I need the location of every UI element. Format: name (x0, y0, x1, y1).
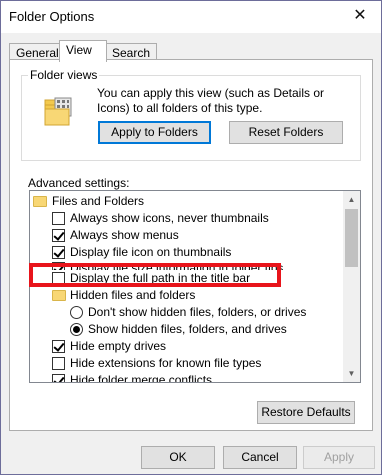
apply-to-folders-button[interactable]: Apply to Folders (98, 121, 211, 144)
cancel-label: Cancel (241, 450, 279, 464)
apply-button[interactable]: Apply (303, 446, 375, 469)
list-item[interactable]: Hide extensions for known file types (30, 355, 344, 372)
cancel-button[interactable]: Cancel (223, 446, 297, 469)
restore-defaults-label: Restore Defaults (261, 405, 351, 419)
highlight-annotation (29, 263, 281, 287)
checkbox-always-show-icons[interactable] (52, 212, 65, 225)
close-icon[interactable]: ✕ (349, 5, 371, 27)
folder-icon (52, 290, 66, 301)
scroll-down-icon[interactable]: ▼ (343, 365, 360, 382)
item-label: Display file icon on thumbnails (70, 245, 232, 259)
ok-label: OK (169, 450, 187, 464)
ok-button[interactable]: OK (141, 446, 215, 469)
list-item[interactable]: Hide empty drives (30, 338, 344, 355)
item-label: Hide extensions for known file types (70, 356, 262, 370)
vertical-scrollbar[interactable]: ▲ ▼ (343, 191, 360, 382)
list-item[interactable]: Display file icon on thumbnails (30, 244, 344, 261)
list-item: Hidden files and folders (30, 287, 344, 304)
checkbox-display-file-icon[interactable] (52, 246, 65, 259)
advanced-settings-label: Advanced settings: (28, 176, 130, 190)
tab-label: View (66, 43, 92, 57)
reset-folders-label: Reset Folders (248, 125, 324, 139)
list-item[interactable]: Hide folder merge conflicts (30, 372, 344, 383)
item-label: Show hidden files, folders, and drives (88, 322, 287, 336)
checkbox-hide-extensions[interactable] (52, 357, 65, 370)
tab-view[interactable]: View (59, 40, 107, 62)
apply-to-folders-label: Apply to Folders (111, 125, 198, 139)
radio-show-hidden[interactable] (70, 323, 83, 336)
list-item: Files and Folders (30, 193, 344, 210)
folder-views-description: You can apply this view (such as Details… (97, 86, 325, 115)
item-label: Always show icons, never thumbnails (70, 211, 269, 225)
item-label: Files and Folders (52, 194, 145, 208)
list-item[interactable]: Always show menus (30, 227, 344, 244)
scroll-thumb[interactable] (345, 209, 358, 267)
radio-dont-show-hidden[interactable] (70, 306, 83, 319)
item-label: Hide folder merge conflicts (70, 373, 213, 383)
folder-icon (33, 196, 47, 207)
tab-label: Search (112, 46, 151, 60)
title-bar: Folder Options ✕ (1, 1, 381, 33)
window-title: Folder Options (9, 9, 95, 24)
restore-defaults-button[interactable]: Restore Defaults (257, 401, 355, 424)
reset-folders-button[interactable]: Reset Folders (229, 121, 343, 144)
apply-label: Apply (323, 450, 355, 464)
item-label: Hide empty drives (70, 339, 167, 353)
checkbox-always-show-menus[interactable] (52, 229, 65, 242)
folder-view-icon (44, 97, 72, 126)
list-item[interactable]: Show hidden files, folders, and drives (30, 321, 344, 338)
tab-bar: General View Search (9, 40, 369, 62)
folder-options-window: Folder Options ✕ General View Search Fol… (0, 0, 382, 475)
list-item[interactable]: Don't show hidden files, folders, or dri… (30, 304, 344, 321)
item-label: Hidden files and folders (70, 288, 196, 302)
checkbox-hide-empty-drives[interactable] (52, 340, 65, 353)
list-item[interactable]: Always show icons, never thumbnails (30, 210, 344, 227)
checkbox-hide-merge-conflicts[interactable] (52, 374, 65, 382)
scroll-up-icon[interactable]: ▲ (343, 191, 360, 208)
tab-label: General (16, 46, 59, 60)
folder-views-label: Folder views (28, 68, 100, 82)
item-label: Don't show hidden files, folders, or dri… (88, 305, 307, 319)
item-label: Always show menus (70, 228, 179, 242)
